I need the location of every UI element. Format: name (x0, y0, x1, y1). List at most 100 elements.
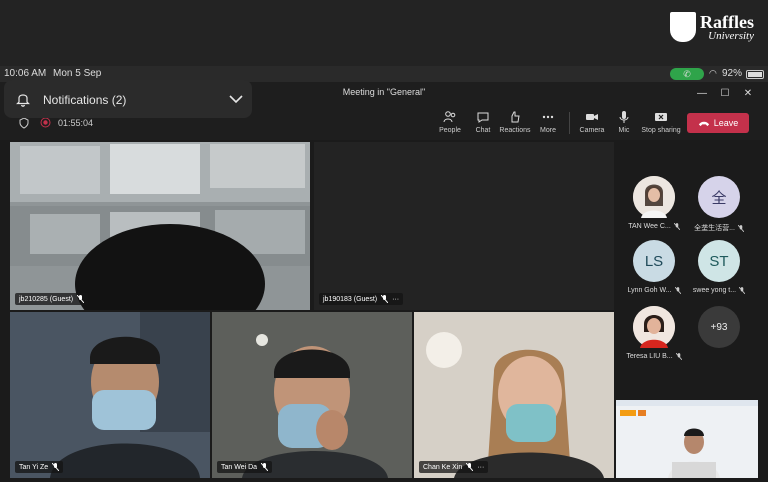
video-feed (616, 400, 758, 478)
participant-item[interactable]: ST swee yong t... (686, 240, 752, 294)
participant-item[interactable]: TAN Wee C... (621, 176, 687, 230)
participant-item[interactable]: LS Lynn Goh W... (621, 240, 687, 294)
stop-share-icon (655, 113, 667, 121)
record-icon (40, 117, 51, 128)
stop-sharing-button[interactable]: Stop sharing (641, 110, 681, 134)
participant-name: Teresa LIU B... (626, 353, 673, 360)
reactions-button[interactable]: Reactions (497, 110, 533, 134)
muted-mic-icon (674, 287, 681, 294)
video-feed (10, 142, 310, 310)
more-icon (542, 115, 554, 119)
muted-mic-icon (466, 463, 474, 471)
avatar-photo (633, 306, 675, 348)
bell-icon (16, 94, 30, 107)
muted-mic-icon (673, 223, 680, 230)
battery-percent: 92% (722, 68, 743, 79)
battery-icon (746, 70, 764, 79)
camera-icon (586, 114, 598, 120)
notifications-banner[interactable]: Notifications (2) (4, 80, 252, 118)
chat-icon (477, 112, 489, 123)
avatar: ST (698, 240, 740, 282)
participants-panel: TAN Wee C... 全 全垄生活营... LS Lynn Goh W...… (616, 140, 768, 392)
muted-mic-icon (52, 463, 60, 471)
participant-name: Chan Ke Xin (423, 463, 463, 471)
video-tile[interactable]: jb210285 (Guest) (10, 142, 310, 310)
people-button[interactable]: People (432, 110, 468, 134)
avatar-photo (633, 176, 675, 218)
avatar: LS (633, 240, 675, 282)
muted-mic-icon (381, 295, 389, 303)
video-feed (212, 312, 412, 478)
hangup-icon (698, 121, 709, 126)
muted-mic-icon (675, 353, 682, 360)
crest-icon (670, 12, 697, 42)
phone-call-icon[interactable]: ✆ (670, 68, 704, 80)
more-label: More (540, 127, 556, 134)
muted-mic-icon (77, 295, 85, 303)
people-icon (443, 111, 456, 123)
more-participants-button[interactable]: +93 (686, 306, 752, 348)
avatar: 全 (698, 176, 740, 218)
avatar (633, 176, 675, 218)
video-tile[interactable]: jb190183 (Guest) ··· (314, 142, 614, 310)
participant-name: swee yong t... (692, 287, 737, 294)
shield-icon (19, 117, 29, 129)
leave-button[interactable]: Leave (687, 113, 749, 133)
toolbar-divider (569, 112, 570, 134)
participant-name: Lynn Goh W... (627, 287, 672, 294)
participant-name: 全垄生活营... (694, 225, 735, 232)
close-icon[interactable]: ✕ (740, 85, 756, 101)
participant-item[interactable]: Teresa LIU B... (621, 306, 687, 360)
video-feed (10, 312, 210, 478)
muted-mic-icon (261, 463, 269, 471)
video-tile[interactable]: Chan Ke Xin ··· (414, 312, 614, 478)
video-tile[interactable]: Tan Yi Ze (10, 312, 210, 478)
participant-name-tag: Tan Yi Ze (15, 461, 64, 473)
muted-mic-icon (737, 224, 744, 232)
camera-label: Camera (579, 127, 605, 134)
video-feed (414, 312, 614, 478)
status-date: Mon 5 Sep (53, 68, 102, 79)
participant-name: Tan Yi Ze (19, 463, 49, 471)
maximize-icon[interactable]: ☐ (717, 85, 733, 101)
more-participants-count: +93 (698, 306, 740, 348)
more-button[interactable]: More (530, 110, 566, 134)
participant-item[interactable]: 全 全垄生活营... (686, 176, 752, 233)
people-label: People (439, 127, 461, 134)
top-band: Raffles University (0, 0, 768, 66)
status-time: 10:06 AM (4, 68, 47, 79)
muted-mic-icon (739, 287, 746, 294)
shared-screen-preview[interactable] (616, 400, 758, 478)
wifi-icon: ◠ (709, 68, 717, 78)
tile-more-icon[interactable]: ··· (392, 296, 399, 303)
participant-name-tag: Chan Ke Xin ··· (419, 461, 489, 473)
mic-button[interactable]: Mic (606, 110, 642, 134)
participant-name: TAN Wee C... (628, 223, 671, 230)
participant-name: Tan Wei Da (221, 463, 258, 471)
chat-button[interactable]: Chat (465, 110, 501, 134)
chat-label: Chat (475, 127, 491, 134)
minimize-icon[interactable]: — (694, 85, 710, 101)
teams-window: Meeting in "General" — ☐ ✕ 01:55:04 Peop… (0, 80, 768, 482)
raffles-logo: Raffles University (670, 12, 754, 42)
notifications-label: Notifications (2) (43, 93, 127, 107)
camera-button[interactable]: Camera (574, 110, 610, 134)
brand-sub: University (708, 29, 754, 42)
participant-name-tag: jb210285 (Guest) (15, 293, 89, 305)
brand-name: Raffles (700, 11, 754, 32)
video-tile[interactable]: Tan Wei Da (212, 312, 412, 478)
meeting-timer: 01:55:04 (58, 118, 94, 128)
participant-name: jb210285 (Guest) (19, 295, 74, 303)
reactions-label: Reactions (499, 127, 531, 134)
mic-label: Mic (618, 127, 630, 134)
participant-name-tag: Tan Wei Da (217, 461, 273, 473)
reactions-icon (511, 111, 520, 123)
participant-name-tag: jb190183 (Guest) ··· (319, 293, 404, 305)
participant-name: jb190183 (Guest) (323, 295, 378, 303)
leave-label: Leave (713, 118, 739, 128)
avatar (633, 306, 675, 348)
stop-sharing-label: Stop sharing (641, 127, 681, 134)
microphone-icon (619, 111, 629, 123)
chevron-down-icon[interactable] (228, 92, 244, 106)
tile-more-icon[interactable]: ··· (477, 464, 484, 471)
